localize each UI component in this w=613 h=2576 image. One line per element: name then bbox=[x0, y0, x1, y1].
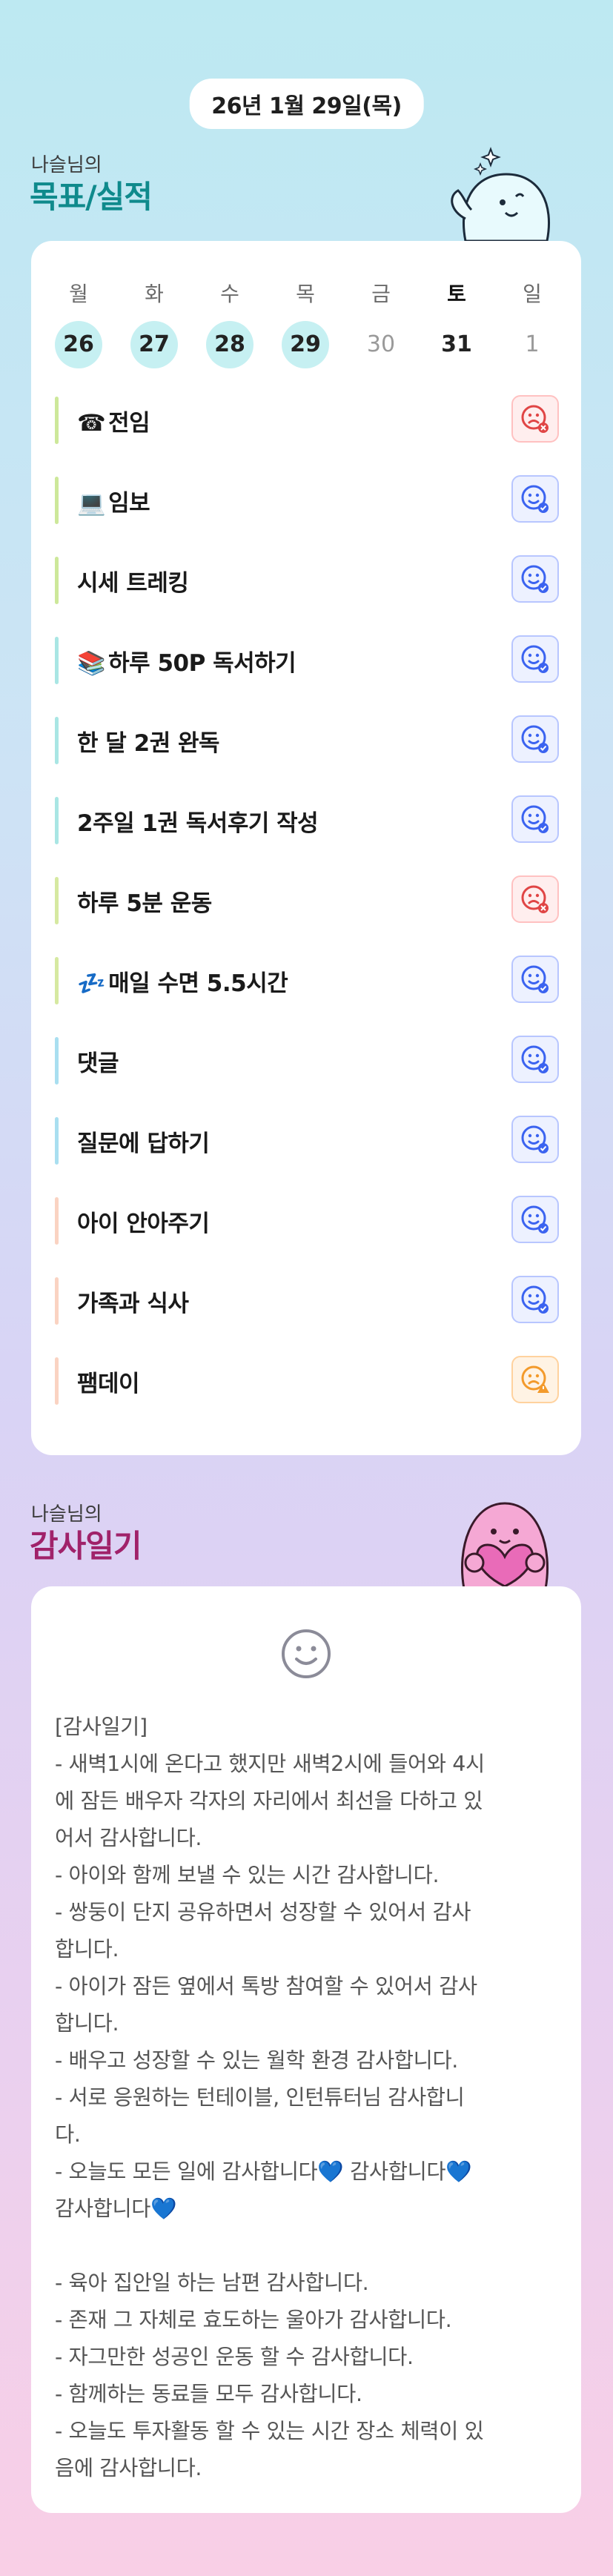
goals-card: 월 26 화 27 수 28 목 29 금 30 토 31 일 1 ☎ 전임 💻 임보… bbox=[31, 241, 581, 1455]
goal-category-bar bbox=[55, 557, 59, 604]
day-number[interactable]: 27 bbox=[130, 321, 178, 368]
goal-category-bar bbox=[55, 1357, 59, 1405]
goal-label: 💻 임보 bbox=[77, 484, 150, 517]
smile-check-icon[interactable] bbox=[511, 1196, 559, 1243]
goal-label: 한 달 2권 완독 bbox=[77, 724, 220, 758]
goal-row[interactable]: 시세 트레킹 bbox=[55, 555, 559, 606]
goal-category-bar bbox=[55, 1037, 59, 1085]
week-strip: 월 26 화 27 수 28 목 29 금 30 토 31 일 1 bbox=[55, 271, 559, 368]
goal-text: 하루 50P 독서하기 bbox=[108, 650, 296, 677]
goal-emoji: 📚 bbox=[77, 650, 106, 677]
thanks-diary-text: [감사일기] - 새벽1시에 온다고 했지만 새벽2시에 들어와 4시 에 잠든… bbox=[55, 1715, 485, 2480]
goal-row[interactable]: 💻 임보 bbox=[55, 475, 559, 526]
day-name: 일 bbox=[523, 282, 542, 306]
day-name: 금 bbox=[371, 282, 391, 306]
frown-x-icon[interactable] bbox=[511, 875, 559, 923]
goal-row[interactable]: 질문에 답하기 bbox=[55, 1116, 559, 1166]
smile-check-icon[interactable] bbox=[511, 1036, 559, 1083]
goal-text: 가족과 식사 bbox=[77, 1291, 189, 1317]
smile-face-icon bbox=[282, 1629, 331, 1678]
smile-check-icon[interactable] bbox=[511, 1116, 559, 1163]
smile-check-icon[interactable] bbox=[511, 635, 559, 683]
goal-category-bar bbox=[55, 397, 59, 444]
smile-check-icon[interactable] bbox=[511, 715, 559, 763]
goal-category-bar bbox=[55, 1197, 59, 1245]
goal-label: 💤 매일 수면 5.5시간 bbox=[77, 964, 288, 998]
day-number[interactable]: 30 bbox=[357, 321, 405, 368]
goal-label: 질문에 답하기 bbox=[77, 1125, 210, 1158]
ghost-mascot-icon bbox=[451, 147, 551, 241]
heart-mascot-icon bbox=[460, 1502, 549, 1589]
goal-label: 시세 트레킹 bbox=[77, 564, 189, 597]
goal-row[interactable]: 가족과 식사 bbox=[55, 1276, 559, 1326]
goal-category-bar bbox=[55, 797, 59, 844]
goal-label: 아이 안아주기 bbox=[77, 1205, 210, 1238]
smile-check-icon[interactable] bbox=[511, 475, 559, 523]
day-number[interactable]: 31 bbox=[433, 321, 480, 368]
goal-row[interactable]: 댓글 bbox=[55, 1036, 559, 1086]
frown-x-icon[interactable] bbox=[511, 395, 559, 443]
goal-category-bar bbox=[55, 477, 59, 524]
goal-category-bar bbox=[55, 877, 59, 924]
date-pill: 26년 1월 29일(목) bbox=[189, 79, 424, 129]
day-name: 화 bbox=[145, 282, 164, 306]
goal-category-bar bbox=[55, 637, 59, 684]
smile-check-icon[interactable] bbox=[511, 1276, 559, 1323]
goal-text: 질문에 답하기 bbox=[77, 1130, 210, 1157]
goal-text: 아이 안아주기 bbox=[77, 1211, 210, 1237]
day-name: 수 bbox=[220, 282, 239, 306]
goal-text: 한 달 2권 완독 bbox=[77, 730, 220, 757]
day-number[interactable]: 26 bbox=[55, 321, 102, 368]
goal-label: 댓글 bbox=[77, 1044, 119, 1078]
goal-text: 팸데이 bbox=[77, 1371, 140, 1397]
day-name: 목 bbox=[296, 282, 315, 306]
thanks-card: [감사일기] - 새벽1시에 온다고 했지만 새벽2시에 들어와 4시 에 잠든… bbox=[31, 1586, 581, 2513]
goal-text: 2주일 1권 독서후기 작성 bbox=[77, 810, 319, 837]
goal-text: 매일 수면 5.5시간 bbox=[108, 970, 288, 997]
thanks-title: 감사일기 bbox=[30, 1528, 142, 1564]
goal-row[interactable]: 한 달 2권 완독 bbox=[55, 715, 559, 766]
goal-text: 임보 bbox=[108, 490, 150, 517]
smile-check-icon[interactable] bbox=[511, 795, 559, 843]
goal-row[interactable]: 📚 하루 50P 독서하기 bbox=[55, 635, 559, 686]
goal-label: 가족과 식사 bbox=[77, 1285, 189, 1318]
frown-warning-icon[interactable] bbox=[511, 1356, 559, 1403]
day-name: 월 bbox=[69, 282, 88, 306]
goal-category-bar bbox=[55, 717, 59, 764]
goal-emoji: ☎ bbox=[77, 410, 106, 437]
goal-text: 하루 5분 운동 bbox=[77, 890, 212, 917]
smile-check-icon[interactable] bbox=[511, 956, 559, 1003]
goals-title: 목표/실적 bbox=[30, 179, 153, 215]
goal-emoji: 💻 bbox=[77, 490, 106, 517]
day-name: 토 bbox=[447, 282, 466, 306]
goal-row[interactable]: 아이 안아주기 bbox=[55, 1196, 559, 1246]
smile-check-icon[interactable] bbox=[511, 555, 559, 603]
goal-row[interactable]: ☎ 전임 bbox=[55, 395, 559, 446]
goal-label: ☎ 전임 bbox=[77, 404, 150, 437]
day-number[interactable]: 1 bbox=[508, 321, 556, 368]
goal-text: 전임 bbox=[108, 410, 150, 437]
day-number[interactable]: 28 bbox=[206, 321, 254, 368]
goal-emoji: 💤 bbox=[77, 970, 106, 997]
goal-label: 2주일 1권 독서후기 작성 bbox=[77, 804, 319, 838]
goal-category-bar bbox=[55, 1117, 59, 1165]
goal-category-bar bbox=[55, 1277, 59, 1325]
day-number[interactable]: 29 bbox=[282, 321, 329, 368]
goal-label: 하루 5분 운동 bbox=[77, 884, 212, 918]
goal-label: 팸데이 bbox=[77, 1365, 140, 1398]
goal-label: 📚 하루 50P 독서하기 bbox=[77, 644, 296, 678]
goal-row[interactable]: 2주일 1권 독서후기 작성 bbox=[55, 795, 559, 846]
goal-row[interactable]: 하루 5분 운동 bbox=[55, 875, 559, 926]
goal-text: 댓글 bbox=[77, 1050, 119, 1077]
goal-row[interactable]: 💤 매일 수면 5.5시간 bbox=[55, 956, 559, 1006]
goal-row[interactable]: 팸데이 bbox=[55, 1356, 559, 1406]
goal-category-bar bbox=[55, 957, 59, 1004]
goal-text: 시세 트레킹 bbox=[77, 570, 189, 597]
